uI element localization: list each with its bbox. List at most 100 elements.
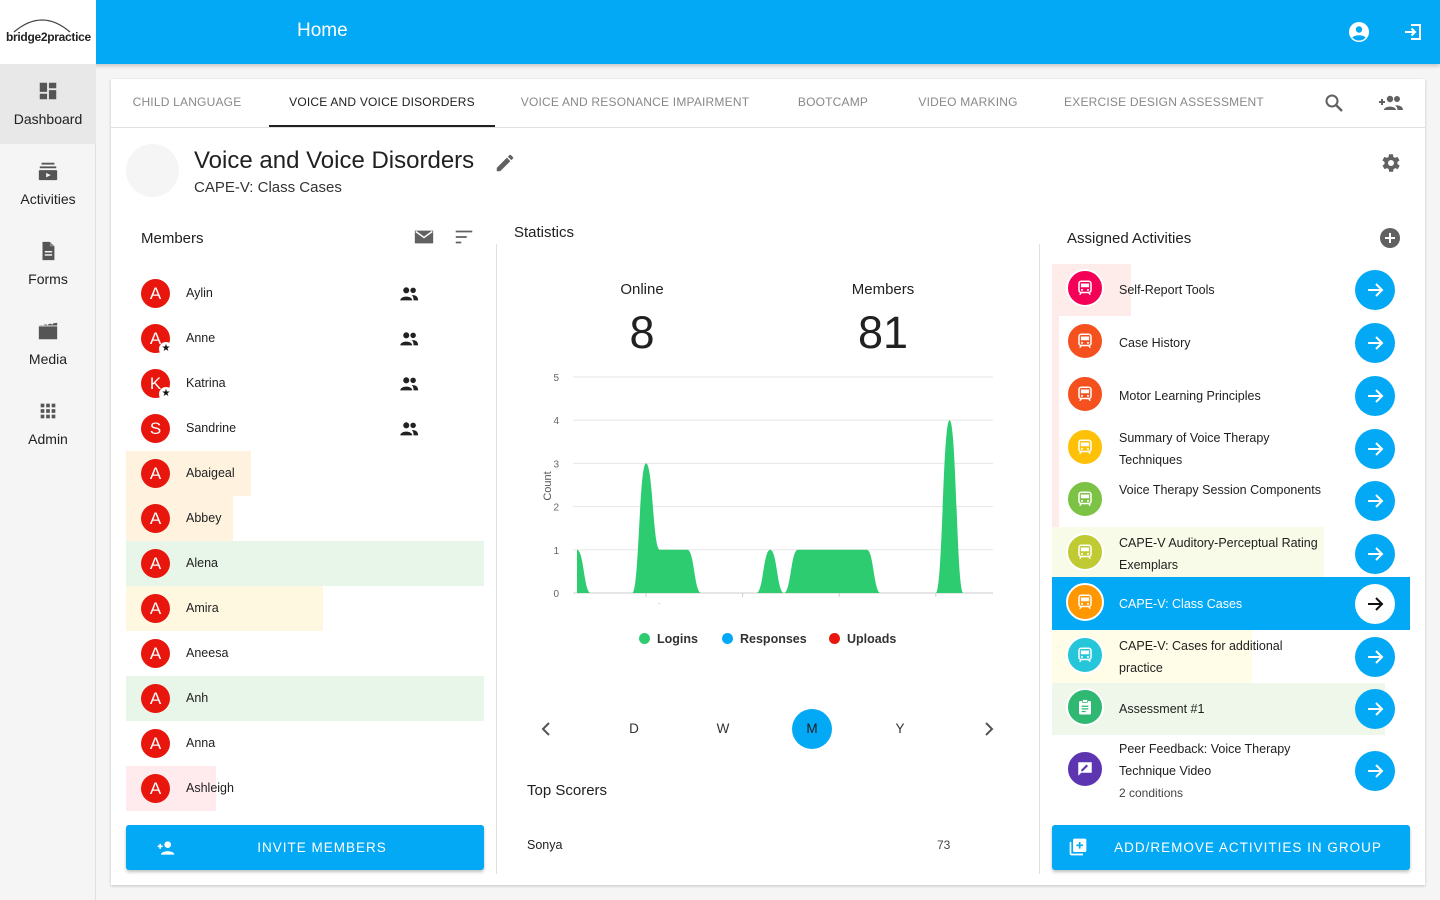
tab-voice-and-voice-disorders[interactable]: VOICE AND VOICE DISORDERS [269, 79, 495, 127]
member-row[interactable]: A ★ Anne [126, 316, 484, 361]
member-name: Anne [186, 331, 216, 345]
people-icon[interactable] [398, 373, 420, 395]
avatar[interactable]: A [141, 279, 170, 308]
sidebar-item-label: Activities [20, 191, 76, 207]
member-row[interactable]: A Anh [126, 676, 484, 721]
member-name: Katrina [186, 376, 226, 390]
activity-name: Voice Therapy Session Components [1119, 483, 1321, 497]
y-tick-label: 5 [553, 373, 559, 384]
open-activity-button[interactable] [1355, 270, 1395, 310]
people-icon[interactable] [398, 328, 420, 350]
member-row[interactable]: A Abbey [126, 496, 484, 541]
activity-type-badge [1066, 583, 1104, 621]
activity-row[interactable]: CAPE-V: Class Cases [1052, 577, 1410, 630]
activity-row[interactable]: Self-Report Tools [1052, 264, 1410, 316]
activity-row[interactable]: Assessment #1 [1052, 683, 1410, 735]
people-icon[interactable] [398, 418, 420, 440]
legend-responses[interactable]: Responses [722, 632, 807, 646]
member-row[interactable]: A Amira [126, 586, 484, 631]
member-row[interactable]: A Aylin [126, 271, 484, 316]
activity-row[interactable]: CAPE-V Auditory-Perceptual Rating Exempl… [1052, 527, 1410, 580]
activity-row[interactable]: Case History [1052, 316, 1410, 369]
logo[interactable]: bridge2practice [0, 0, 96, 64]
tab-video-marking[interactable]: VIDEO MARKING [904, 79, 1032, 127]
sidebar-item-activities[interactable]: Activities [0, 144, 96, 224]
open-activity-button[interactable] [1355, 429, 1395, 469]
avatar[interactable]: A [141, 774, 170, 803]
sidebar-item-admin[interactable]: Admin [0, 384, 96, 464]
period-month[interactable]: M [792, 709, 832, 749]
previous-period-icon[interactable] [534, 717, 558, 741]
online-value: 8 [629, 307, 655, 358]
star-icon: ★ [159, 387, 173, 401]
legend-uploads[interactable]: Uploads [829, 632, 896, 646]
period-day[interactable]: D [614, 709, 654, 749]
avatar[interactable]: A [141, 684, 170, 713]
clipboard-icon [1079, 699, 1091, 715]
next-period-icon[interactable] [977, 717, 1001, 741]
x-tick-label: 2. Mar [728, 602, 758, 604]
open-activity-button[interactable] [1355, 751, 1395, 791]
people-icon[interactable] [398, 283, 420, 305]
bus-icon [1078, 544, 1092, 560]
activity-row[interactable]: Summary of Voice Therapy Techniques [1052, 422, 1410, 475]
logout-icon[interactable] [1401, 20, 1425, 44]
activity-type-badge [1066, 322, 1104, 360]
period-week[interactable]: W [703, 709, 743, 749]
sidebar: Dashboard Activities Forms Media Admin [0, 64, 96, 900]
avatar[interactable]: A [141, 549, 170, 578]
add-people-icon[interactable] [1376, 91, 1404, 115]
avatar[interactable]: A [141, 504, 170, 533]
member-row[interactable]: A Anna [126, 721, 484, 766]
activity-type-badge [1066, 269, 1104, 307]
arrow-forward-icon [1368, 764, 1384, 778]
invite-members-button[interactable]: INVITE MEMBERS [126, 825, 484, 870]
avatar[interactable]: A [141, 639, 170, 668]
period-year[interactable]: Y [880, 709, 920, 749]
search-icon[interactable] [1322, 91, 1346, 115]
arrow-forward-icon [1368, 336, 1384, 350]
edit-icon[interactable] [494, 152, 516, 174]
open-activity-button[interactable] [1355, 534, 1395, 574]
mail-icon[interactable] [413, 226, 435, 248]
open-activity-button[interactable] [1355, 637, 1395, 677]
tab-bootcamp[interactable]: BOOTCAMP [783, 79, 883, 127]
activity-row[interactable]: CAPE-V: Cases for additional practice [1052, 630, 1410, 683]
avatar[interactable]: S [141, 414, 170, 443]
member-row[interactable]: A Ashleigh [126, 766, 484, 811]
tab-child-language[interactable]: CHILD LANGUAGE [111, 79, 263, 127]
tab-exercise-design-assessment[interactable]: EXERCISE DESIGN ASSESSMENT [1054, 79, 1274, 127]
sort-icon[interactable] [453, 226, 475, 248]
avatar[interactable]: A [141, 594, 170, 623]
open-activity-button[interactable] [1355, 584, 1395, 624]
avatar[interactable]: A [141, 729, 170, 758]
add-circle-icon[interactable] [1378, 226, 1402, 250]
add-remove-activities-button[interactable]: ADD/REMOVE ACTIVITIES IN GROUP [1052, 825, 1410, 870]
activity-row[interactable]: Motor Learning Principles [1052, 369, 1410, 422]
activity-row[interactable]: Voice Therapy Session Components [1052, 475, 1410, 527]
member-row[interactable]: A Aneesa [126, 631, 484, 676]
open-activity-button[interactable] [1355, 689, 1395, 729]
gear-icon[interactable] [1378, 151, 1402, 175]
account-icon[interactable] [1347, 20, 1371, 44]
sidebar-item-media[interactable]: Media [0, 304, 96, 384]
activity-row[interactable]: Peer Feedback: Voice Therapy Technique V… [1052, 735, 1410, 807]
member-row[interactable]: S Sandrine [126, 406, 484, 451]
film-icon [38, 321, 58, 340]
open-activity-button[interactable] [1355, 481, 1395, 521]
open-activity-button[interactable] [1355, 376, 1395, 416]
arrow-forward-icon [1368, 547, 1384, 561]
sidebar-item-forms[interactable]: Forms [0, 224, 96, 304]
member-row[interactable]: K ★ Katrina [126, 361, 484, 406]
activity-conditions: 2 conditions [1119, 786, 1184, 800]
member-row[interactable]: A Alena [126, 541, 484, 586]
avatar[interactable]: A [141, 459, 170, 488]
members-count-label: Members [851, 281, 915, 298]
member-row[interactable]: A Abaigeal [126, 451, 484, 496]
activity-type-badge [1066, 688, 1104, 726]
open-activity-button[interactable] [1355, 323, 1395, 363]
activity-type-badge [1066, 480, 1104, 518]
legend-logins[interactable]: Logins [639, 632, 698, 646]
tab-voice-and-resonance-impairment[interactable]: VOICE AND RESONANCE IMPAIRMENT [507, 79, 763, 127]
sidebar-item-dashboard[interactable]: Dashboard [0, 64, 96, 144]
